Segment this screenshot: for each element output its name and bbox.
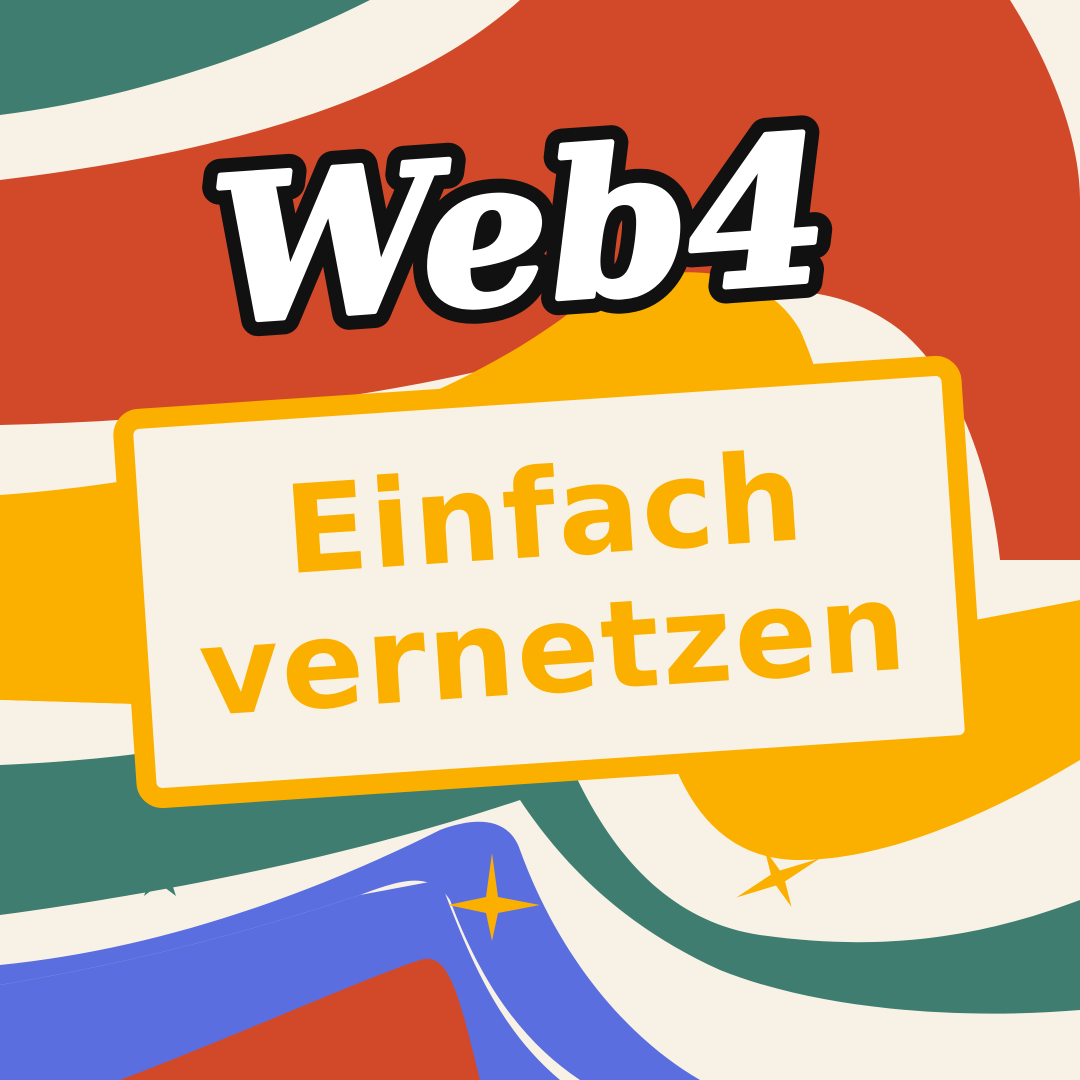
logo-text: Web4 <box>205 93 834 370</box>
poster: Web4 Web4 Einfach vernetzen <box>0 0 1080 1080</box>
headline: Einfach vernetzen <box>186 423 912 744</box>
headline-card: Einfach vernetzen <box>111 354 987 810</box>
